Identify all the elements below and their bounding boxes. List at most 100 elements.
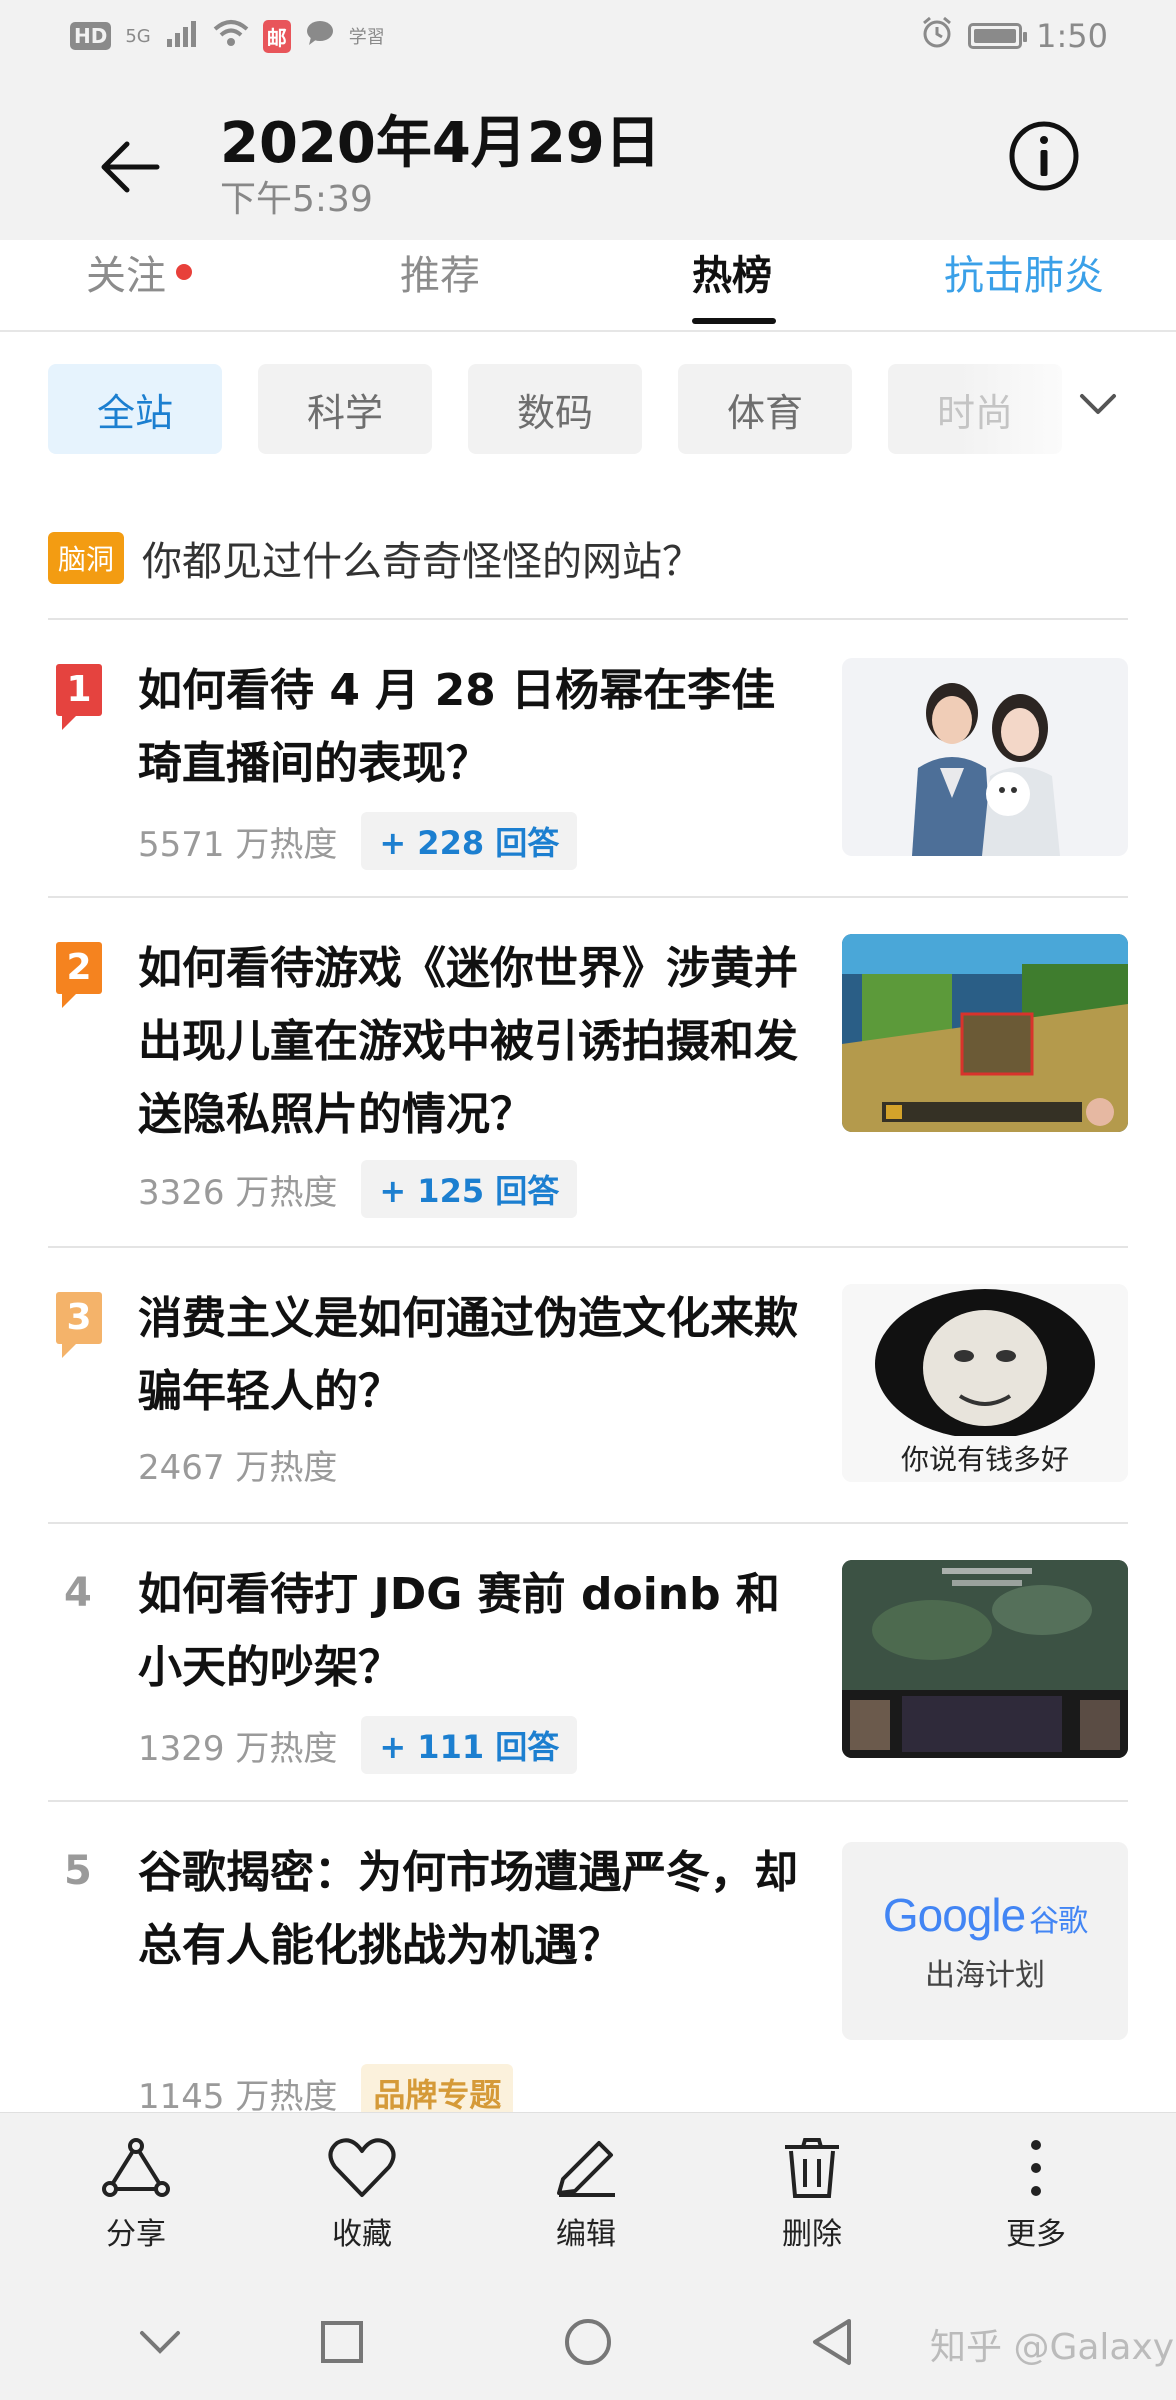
mail-notification-icon: 邮 [262, 19, 291, 53]
info-icon [1009, 121, 1079, 191]
favorite-button[interactable]: 收藏 [302, 2137, 422, 2253]
pencil-icon [557, 2141, 615, 2197]
item-title: 消费主义是如何通过伪造文化来欺骗年轻人的？ [138, 1293, 798, 1417]
item-thumbnail [842, 658, 1128, 856]
google-logo-cn: 谷歌 [1029, 1905, 1088, 1938]
answers-badge: + 228 回答 [361, 812, 578, 870]
chip-sports[interactable]: 体育 [678, 364, 852, 454]
chip-science[interactable]: 科学 [258, 364, 432, 454]
home-button[interactable] [558, 2312, 618, 2372]
heat-count: 5571 万热度 [138, 824, 338, 865]
category-chips: 全站 科学 数码 体育 时尚 [48, 364, 1062, 454]
item-title: 谷歌揭密：为何市场遭遇严冬，却总有人能化挑战为机遇？ [138, 1847, 798, 1971]
info-button[interactable] [1006, 118, 1082, 194]
hot-list-item[interactable]: 2 如何看待游戏《迷你世界》涉黄并出现儿童在游戏中被引诱拍摄和发送隐私照片的情况… [0, 898, 1176, 1246]
battery-icon [968, 23, 1028, 49]
wifi-icon [213, 17, 249, 55]
hot-list-item[interactable]: 3 消费主义是如何通过伪造文化来欺骗年轻人的？ 2467 万热度 你说有钱多好 [0, 1248, 1176, 1522]
banner-text: 你都见过什么奇奇怪怪的网站？ [142, 539, 703, 585]
active-tab-indicator [692, 318, 776, 324]
delete-button[interactable]: 删除 [752, 2137, 872, 2253]
chevron-down-icon [140, 2331, 180, 2354]
rank-number: 4 [64, 1570, 92, 1616]
chip-digital[interactable]: 数码 [468, 364, 642, 454]
heat-count: 2467 万热度 [138, 1448, 338, 1488]
celebrity-photo [842, 658, 1128, 856]
tab-epidemic[interactable]: 抗击肺炎 [944, 246, 1104, 326]
hot-list-item[interactable]: 1 如何看待 4 月 28 日杨幂在李佳琦直播间的表现？ 5571 万热度 + … [0, 620, 1176, 896]
meme-caption: 你说有钱多好 [900, 1443, 1069, 1476]
brainstorm-banner[interactable]: 脑洞 你都见过什么奇奇怪怪的网站？ [48, 530, 702, 586]
favorite-label: 收藏 [332, 2217, 392, 2252]
item-title: 如何看待 4 月 28 日杨幂在李佳琦直播间的表现？ [138, 665, 776, 789]
share-icon [102, 2138, 170, 2197]
answers-badge: + 125 回答 [361, 1160, 578, 1218]
recents-button[interactable] [312, 2312, 372, 2372]
status-bar: HD 5G 邮 学習 1:50 [0, 0, 1176, 72]
chevron-down-icon [1080, 394, 1116, 414]
clock: 1:50 [1036, 17, 1108, 55]
arrow-left-icon [101, 141, 160, 193]
google-logo: Google 谷歌 [842, 1888, 1128, 1942]
back-button[interactable] [90, 127, 170, 207]
more-button[interactable]: 更多 [976, 2137, 1096, 2253]
item-thumbnail [842, 934, 1128, 1132]
item-meta: 5571 万热度 + 228 回答 [138, 812, 578, 870]
tab-recommend[interactable]: 推荐 [400, 246, 480, 326]
chat-notification-icon [305, 17, 335, 55]
tab-follow[interactable]: 关注 [86, 246, 192, 326]
tab-follow-label: 关注 [86, 253, 166, 299]
hot-list-item[interactable]: 5 谷歌揭密：为何市场遭遇严冬，却总有人能化挑战为机遇？ 1145 万热度 品牌… [0, 1802, 1176, 2122]
chip-all[interactable]: 全站 [48, 364, 222, 454]
more-vertical-icon [1031, 2140, 1041, 2196]
square-icon [321, 2321, 363, 2363]
item-meta: 1329 万热度 + 111 回答 [138, 1716, 578, 1774]
hot-list-item[interactable]: 4 如何看待打 JDG 赛前 doinb 和小天的吵架？ 1329 万热度 + … [0, 1524, 1176, 1800]
circle-icon [565, 2319, 611, 2365]
banner-badge: 脑洞 [48, 532, 125, 584]
item-title: 如何看待打 JDG 赛前 doinb 和小天的吵架？ [138, 1569, 780, 1693]
item-title: 如何看待游戏《迷你世界》涉黄并出现儿童在游戏中被引诱拍摄和发送隐私照片的情况？ [138, 943, 798, 1140]
expand-categories-button[interactable] [1072, 378, 1124, 430]
game-screenshot [842, 934, 1128, 1132]
page-title: 2020年4月29日 [220, 111, 661, 176]
share-button[interactable]: 分享 [76, 2137, 196, 2253]
edit-button[interactable]: 编辑 [526, 2137, 646, 2253]
share-label: 分享 [106, 2217, 166, 2252]
triangle-back-icon [813, 2319, 851, 2365]
page-subtitle: 下午5:39 [220, 179, 373, 220]
hd-indicator: HD [70, 22, 112, 50]
item-meta: 2467 万热度 [138, 1440, 337, 1489]
rank-badge: 2 [56, 942, 102, 994]
edit-label: 编辑 [556, 2217, 616, 2252]
trash-icon [785, 2138, 839, 2198]
heat-count: 1145 万热度 [138, 2076, 338, 2117]
system-navigation-bar: 知乎 @Galaxy [0, 2282, 1176, 2400]
more-label: 更多 [1006, 2217, 1066, 2252]
tab-hot[interactable]: 热榜 [692, 246, 772, 326]
network-type: 5G [125, 25, 151, 47]
rank-badge-tail [62, 1344, 76, 1358]
item-thumbnail: 你说有钱多好 [842, 1284, 1128, 1482]
back-nav-button[interactable] [802, 2312, 862, 2372]
delete-label: 删除 [782, 2217, 842, 2252]
signal-icon [165, 17, 199, 55]
heart-icon [328, 2138, 396, 2197]
top-tabs: 关注 推荐 热榜 抗击肺炎 [0, 240, 1176, 332]
hide-nav-button[interactable] [130, 2312, 190, 2372]
bottom-action-bar: 分享 收藏 编辑 删除 更多 [0, 2112, 1176, 2283]
esports-stream-screenshot [842, 1560, 1128, 1758]
rank-number: 5 [64, 1848, 92, 1894]
chip-fashion[interactable]: 时尚 [888, 364, 1062, 454]
rank-badge: 1 [56, 664, 102, 716]
watermark: 知乎 @Galaxy [930, 2327, 1175, 2368]
alarm-icon [920, 15, 954, 57]
rank-badge: 3 [56, 1292, 102, 1344]
study-notification-icon: 学習 [348, 27, 385, 48]
rank-badge-tail [62, 994, 76, 1008]
answers-badge: + 111 回答 [361, 1716, 578, 1774]
heat-count: 1329 万热度 [138, 1728, 338, 1769]
rank-badge-tail [62, 716, 76, 730]
google-logo-text: Google [882, 1889, 1026, 1941]
heat-count: 3326 万热度 [138, 1172, 338, 1213]
